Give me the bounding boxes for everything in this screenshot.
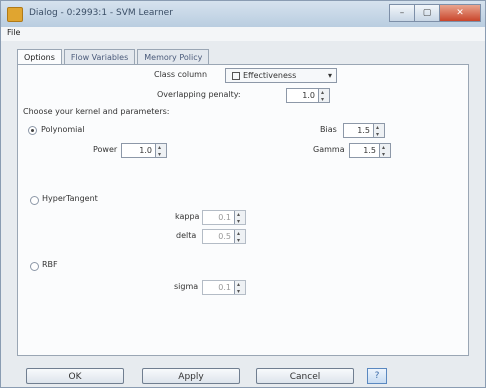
hypertangent-radio[interactable] [30, 196, 39, 205]
kappa-value: 0.1 [218, 213, 231, 222]
app-icon [7, 7, 23, 22]
column-type-icon [232, 72, 240, 80]
polynomial-label: Polynomial [41, 125, 85, 134]
options-panel: Options Flow Variables Memory Policy Cla… [17, 49, 469, 356]
menu-bar: File [1, 27, 485, 41]
bias-label: Bias [320, 125, 337, 134]
power-spinner[interactable]: 1.0 [121, 141, 167, 161]
hypertangent-label: HyperTangent [42, 194, 98, 203]
sigma-value: 0.1 [218, 283, 231, 292]
ok-button[interactable]: OK [26, 368, 124, 384]
tab-memory-policy[interactable]: Memory Policy [137, 49, 210, 65]
polynomial-radio[interactable] [28, 126, 37, 135]
cancel-button[interactable]: Cancel [256, 368, 354, 384]
help-icon: ? [374, 371, 380, 381]
spinner-arrows-icon[interactable] [155, 141, 166, 161]
delta-label: delta [176, 231, 197, 240]
sigma-label: sigma [174, 282, 199, 291]
title-bar[interactable]: Dialog - 0:2993:1 - SVM Learner – ▢ ✕ [1, 1, 485, 27]
menu-file[interactable]: File [7, 28, 20, 37]
spinner-arrows-icon[interactable] [379, 141, 390, 161]
gamma-value: 1.5 [363, 146, 376, 155]
kappa-label: kappa [175, 212, 200, 221]
gamma-label: Gamma [313, 145, 345, 154]
power-value: 1.0 [139, 146, 152, 155]
spinner-arrows-icon[interactable] [373, 121, 384, 141]
window-title: Dialog - 0:2993:1 - SVM Learner [29, 8, 173, 18]
kernel-heading: Choose your kernel and parameters: [23, 107, 170, 116]
delta-spinner[interactable]: 0.5 [202, 227, 246, 247]
apply-button[interactable]: Apply [142, 368, 240, 384]
tab-content: Class column Effectiveness ▾ Overlapping… [17, 64, 469, 356]
rbf-label: RBF [42, 260, 58, 269]
close-button[interactable]: ✕ [439, 4, 481, 22]
tab-strip: Options Flow Variables Memory Policy [17, 49, 211, 66]
class-column-label: Class column [154, 70, 208, 79]
dialog-window: Dialog - 0:2993:1 - SVM Learner – ▢ ✕ Fi… [0, 0, 486, 388]
help-button[interactable]: ? [367, 368, 387, 384]
sigma-spinner[interactable]: 0.1 [202, 278, 246, 298]
bias-spinner[interactable]: 1.5 [343, 121, 385, 141]
class-column-value: Effectiveness [243, 71, 297, 80]
chevron-down-icon: ▾ [327, 71, 332, 80]
gamma-spinner[interactable]: 1.5 [349, 141, 391, 161]
spinner-arrows-icon[interactable] [234, 278, 245, 298]
maximize-button[interactable]: ▢ [414, 4, 440, 22]
spinner-arrows-icon[interactable] [234, 208, 245, 228]
overlap-value: 1.0 [302, 91, 315, 100]
class-column-select[interactable]: Effectiveness ▾ [225, 68, 337, 83]
rbf-radio[interactable] [30, 262, 39, 271]
delta-value: 0.5 [218, 232, 231, 241]
overlap-label: Overlapping penalty: [157, 90, 241, 99]
window-controls: – ▢ ✕ [389, 4, 481, 22]
tab-flow-variables[interactable]: Flow Variables [63, 49, 136, 65]
spinner-arrows-icon[interactable] [234, 227, 245, 247]
overlap-spinner[interactable]: 1.0 [286, 86, 330, 106]
minimize-button[interactable]: – [389, 4, 415, 22]
bias-value: 1.5 [357, 126, 370, 135]
power-label: Power [93, 145, 118, 154]
kappa-spinner[interactable]: 0.1 [202, 208, 246, 228]
spinner-arrows-icon[interactable] [318, 86, 329, 106]
